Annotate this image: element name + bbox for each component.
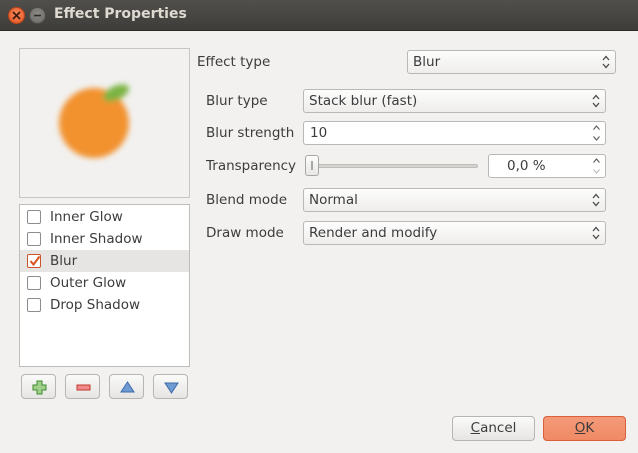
draw-mode-combo[interactable]: Render and modify xyxy=(303,221,606,245)
add-effect-button[interactable] xyxy=(21,374,56,399)
ok-mnemonic: O xyxy=(574,420,586,436)
move-up-button[interactable] xyxy=(109,374,144,399)
transparency-spinbox[interactable]: 0,0 % xyxy=(488,154,606,178)
spin-arrows[interactable] xyxy=(589,122,605,144)
ok-label: K xyxy=(585,420,595,436)
effect-checkbox[interactable] xyxy=(27,276,41,290)
effect-type-value: Blur xyxy=(413,54,441,70)
cancel-label: ancel xyxy=(480,420,517,436)
updown-arrows-icon xyxy=(592,193,600,207)
updown-arrows-icon xyxy=(592,94,600,108)
effect-checkbox[interactable] xyxy=(27,298,41,312)
effect-label: Inner Glow xyxy=(50,209,123,225)
blend-mode-label: Blend mode xyxy=(206,192,288,208)
effect-list-item[interactable]: Inner Glow xyxy=(20,206,189,228)
blur-type-label: Blur type xyxy=(206,93,268,109)
draw-mode-label: Draw mode xyxy=(206,225,284,241)
effect-label: Drop Shadow xyxy=(50,297,141,313)
updown-arrows-icon xyxy=(592,226,600,240)
blur-type-combo[interactable]: Stack blur (fast) xyxy=(303,89,606,113)
minus-icon xyxy=(76,384,91,391)
blur-strength-spinbox[interactable]: 10 xyxy=(303,121,606,145)
transparency-label: Transparency xyxy=(206,158,297,174)
blur-strength-label: Blur strength xyxy=(206,125,295,141)
blur-type-value: Stack blur (fast) xyxy=(309,93,418,109)
close-icon[interactable] xyxy=(8,7,25,24)
updown-arrows-icon xyxy=(602,55,610,69)
effect-checkbox[interactable] xyxy=(27,254,41,268)
effect-preview xyxy=(19,48,190,198)
effect-type-label: Effect type xyxy=(197,54,271,70)
arrow-up-icon xyxy=(120,381,135,393)
effect-list[interactable]: Inner Glow Inner Shadow Blur Outer Glow Drop… xyxy=(19,204,190,367)
effect-checkbox[interactable] xyxy=(27,210,41,224)
effect-label: Inner Shadow xyxy=(50,231,143,247)
effect-label: Blur xyxy=(50,253,78,269)
plus-icon xyxy=(32,380,47,395)
effect-list-item[interactable]: Blur xyxy=(20,250,189,272)
spin-up-icon[interactable] xyxy=(593,158,600,163)
blur-strength-value: 10 xyxy=(310,125,328,141)
arrow-down-icon xyxy=(164,382,179,394)
cancel-button[interactable]: Cancel xyxy=(452,416,535,441)
cancel-mnemonic: C xyxy=(470,420,481,436)
effect-list-item[interactable]: Outer Glow xyxy=(20,272,189,294)
effect-list-item[interactable]: Inner Shadow xyxy=(20,228,189,250)
effect-label: Outer Glow xyxy=(50,275,127,291)
spin-arrows[interactable] xyxy=(589,155,605,177)
draw-mode-value: Render and modify xyxy=(309,225,438,241)
effect-type-combo[interactable]: Blur xyxy=(407,50,616,74)
spin-up-icon[interactable] xyxy=(593,125,600,130)
title-bar: Effect Properties xyxy=(0,0,638,31)
transparency-value: 0,0 % xyxy=(507,158,546,174)
spin-down-icon[interactable] xyxy=(593,169,600,174)
blend-mode-combo[interactable]: Normal xyxy=(303,188,606,212)
transparency-slider-track[interactable] xyxy=(310,164,478,168)
checkmark-icon xyxy=(29,255,41,267)
transparency-slider-handle[interactable] xyxy=(305,155,319,176)
window-title: Effect Properties xyxy=(54,6,187,22)
blend-mode-value: Normal xyxy=(309,192,358,208)
move-down-button[interactable] xyxy=(153,374,188,399)
minimize-icon[interactable] xyxy=(29,7,46,24)
remove-effect-button[interactable] xyxy=(65,374,100,399)
spin-down-icon[interactable] xyxy=(593,136,600,141)
effect-checkbox[interactable] xyxy=(27,232,41,246)
effect-list-item[interactable]: Drop Shadow xyxy=(20,294,189,316)
ok-button[interactable]: OK xyxy=(543,416,626,441)
